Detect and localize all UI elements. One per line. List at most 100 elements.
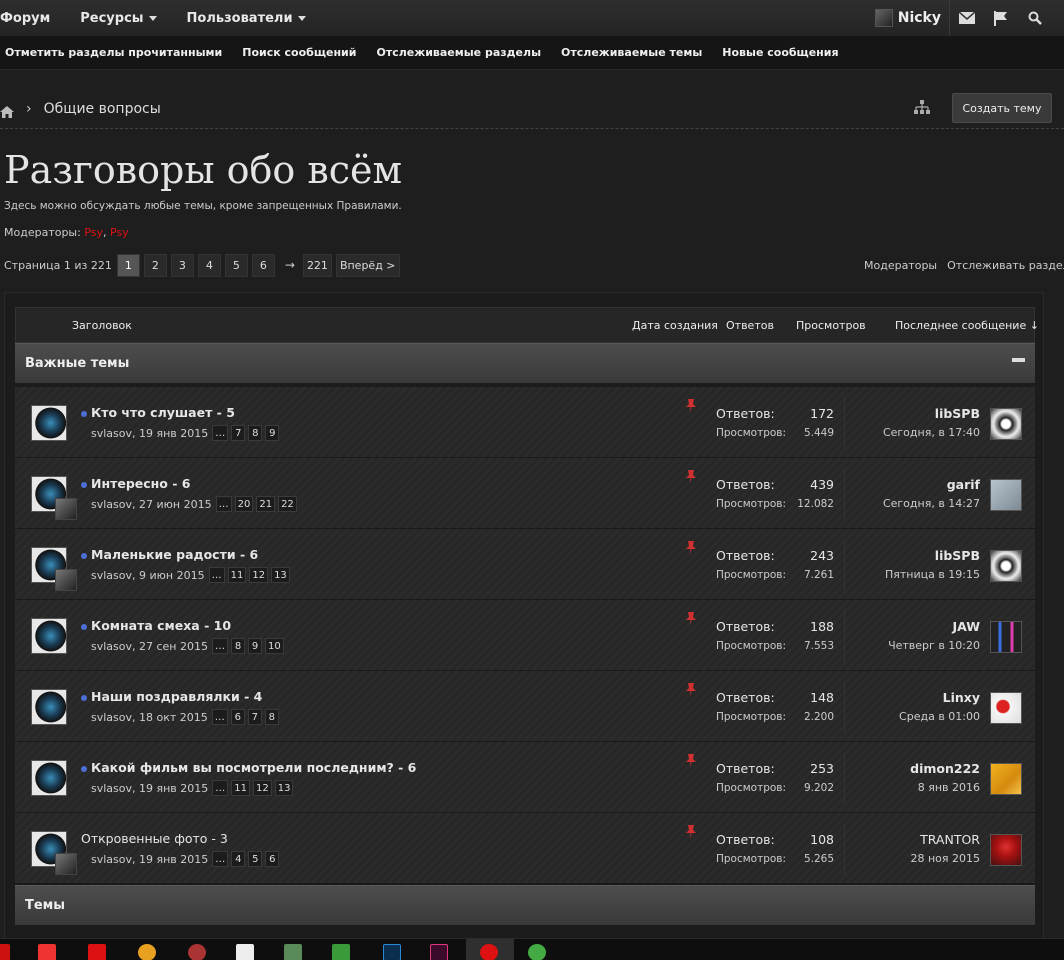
thread-page-link[interactable]: 13 <box>271 567 290 583</box>
last-poster[interactable]: libSPB <box>935 548 980 563</box>
page-button[interactable]: 1 <box>116 253 140 277</box>
watched-forums-link[interactable]: Отслеживаемые разделы <box>376 46 541 59</box>
page-button[interactable]: 5 <box>224 253 248 277</box>
thread-row[interactable]: Откровенные фото - 3 svlasov, 19 янв 201… <box>15 813 1035 884</box>
avatar[interactable] <box>31 689 67 725</box>
thread-row[interactable]: Интересно - 6 svlasov, 27 июн 2015… 20 21 2… <box>15 458 1035 529</box>
page-button[interactable]: 6 <box>251 253 275 277</box>
user-name[interactable]: Nicky <box>898 10 941 26</box>
thread-page-link[interactable]: 12 <box>249 567 269 583</box>
thread-title[interactable]: Комната смеха - 10 <box>91 618 231 633</box>
thread-page-link[interactable]: 10 <box>265 638 284 654</box>
last-post-date[interactable]: Сегодня, в 17:40 <box>883 426 980 439</box>
page-button-last[interactable]: 221 <box>302 253 332 277</box>
last-poster[interactable]: JAW <box>952 619 980 634</box>
sort-created[interactable]: Дата создания <box>632 319 718 332</box>
arrow-right-icon[interactable]: → <box>285 258 295 272</box>
last-poster[interactable]: libSPB <box>935 406 980 421</box>
indesign-icon[interactable] <box>430 944 448 960</box>
envelope-icon[interactable] <box>950 0 984 36</box>
thread-row[interactable]: Комната смеха - 10 svlasov, 27 сен 2015 …… <box>15 600 1035 671</box>
utorrent-icon[interactable] <box>528 944 546 960</box>
search-posts-link[interactable]: Поиск сообщений <box>242 46 356 59</box>
sort-replies[interactable]: Ответов <box>726 319 774 332</box>
avatar[interactable] <box>874 9 893 27</box>
thread-page-link[interactable]: 5 <box>248 851 263 867</box>
app-icon[interactable] <box>88 944 106 960</box>
app-icon[interactable] <box>188 944 206 960</box>
avatar[interactable] <box>55 853 77 875</box>
last-post-date[interactable]: Четверг в 10:20 <box>888 639 980 652</box>
thread-page-link[interactable]: 8 <box>248 425 263 441</box>
last-post-date[interactable]: Сегодня, в 14:27 <box>883 497 980 510</box>
thread-title[interactable]: Наши поздравлялки - 4 <box>91 689 262 704</box>
search-icon[interactable] <box>1018 0 1052 36</box>
last-post-date[interactable]: 28 ноя 2015 <box>910 852 980 865</box>
thread-page-link[interactable]: 6 <box>265 851 280 867</box>
thread-title[interactable]: Кто что слушает - 5 <box>91 405 235 420</box>
thread-title[interactable]: Откровенные фото - 3 <box>81 831 228 846</box>
photoshop-icon[interactable] <box>383 944 401 960</box>
create-thread-button[interactable]: Создать тему <box>952 93 1052 123</box>
sort-views[interactable]: Просмотров <box>796 319 866 332</box>
last-post-date[interactable]: 8 янв 2016 <box>918 781 980 794</box>
new-posts-link[interactable]: Новые сообщения <box>722 46 838 59</box>
thread-page-link[interactable]: 9 <box>265 425 280 441</box>
thread-title[interactable]: Маленькие радости - 6 <box>91 547 258 562</box>
sitemap-icon[interactable] <box>914 100 930 116</box>
thread-page-link[interactable]: 11 <box>227 567 247 583</box>
last-post-date[interactable]: Среда в 01:00 <box>899 710 980 723</box>
avatar[interactable] <box>990 550 1022 582</box>
avatar[interactable] <box>990 408 1022 440</box>
app-icon[interactable] <box>332 944 350 960</box>
avatar[interactable] <box>990 834 1022 866</box>
thread-row[interactable]: Маленькие радости - 6 svlasov, 9 июн 201… <box>15 529 1035 600</box>
thread-page-link[interactable]: 12 <box>253 780 272 796</box>
home-icon[interactable] <box>0 103 14 118</box>
avatar[interactable] <box>990 692 1022 724</box>
avatar[interactable] <box>990 621 1022 653</box>
tab-resources[interactable]: Ресурсы <box>80 11 157 26</box>
thread-row[interactable]: Какой фильм вы посмотрели последним? - 6… <box>15 742 1035 813</box>
thread-page-link[interactable]: 9 <box>248 638 262 654</box>
last-poster[interactable]: dimon222 <box>910 761 980 776</box>
avatar[interactable] <box>55 569 77 591</box>
thread-page-link[interactable]: 21 <box>256 496 276 512</box>
moderators-link[interactable]: Модераторы <box>864 259 937 272</box>
thread-page-link[interactable]: 7 <box>247 709 262 725</box>
thread-page-link[interactable]: 20 <box>234 496 254 512</box>
thread-page-link[interactable]: 13 <box>274 780 294 796</box>
sort-title[interactable]: Заголовок <box>72 319 132 332</box>
last-poster[interactable]: Linxy <box>943 690 980 705</box>
mark-read-link[interactable]: Отметить разделы прочитанными <box>5 46 222 59</box>
pdf-icon[interactable] <box>236 944 254 960</box>
thread-row[interactable]: Кто что слушает - 5 svlasov, 19 янв 2015… <box>15 387 1035 458</box>
last-poster[interactable]: TRANTOR <box>920 832 980 847</box>
collapse-icon[interactable] <box>1012 358 1025 362</box>
page-button[interactable]: 3 <box>170 253 194 277</box>
last-poster[interactable]: garif <box>947 477 980 492</box>
thread-page-link[interactable]: 7 <box>231 425 246 441</box>
avatar[interactable] <box>990 479 1022 511</box>
app-icon[interactable] <box>0 944 10 960</box>
avatar[interactable] <box>31 618 67 654</box>
page-button[interactable]: 4 <box>197 253 221 277</box>
app-icon[interactable] <box>38 944 56 960</box>
opera-icon[interactable] <box>480 944 498 960</box>
avatar[interactable] <box>31 405 67 441</box>
thread-row[interactable]: Наши поздравлялки - 4 svlasov, 18 окт 20… <box>15 671 1035 742</box>
next-page-button[interactable]: Вперёд > <box>335 253 400 277</box>
avatar[interactable] <box>990 763 1022 795</box>
flag-icon[interactable] <box>984 0 1018 36</box>
section-topics[interactable]: Темы <box>15 885 1035 925</box>
avatar[interactable] <box>31 760 67 796</box>
app-icon[interactable] <box>138 944 156 960</box>
follow-forum-link[interactable]: Отслеживать раздел <box>947 259 1064 272</box>
thread-page-link[interactable]: 6 <box>230 709 245 725</box>
section-important[interactable]: Важные темы <box>15 343 1035 383</box>
thread-page-link[interactable]: 8 <box>231 638 245 654</box>
thread-page-link[interactable]: 22 <box>278 496 297 512</box>
tab-users[interactable]: Пользователи <box>187 11 306 26</box>
thread-title[interactable]: Какой фильм вы посмотрели последним? - 6 <box>91 760 416 775</box>
breadcrumb-item-general[interactable]: Общие вопросы <box>44 101 161 117</box>
